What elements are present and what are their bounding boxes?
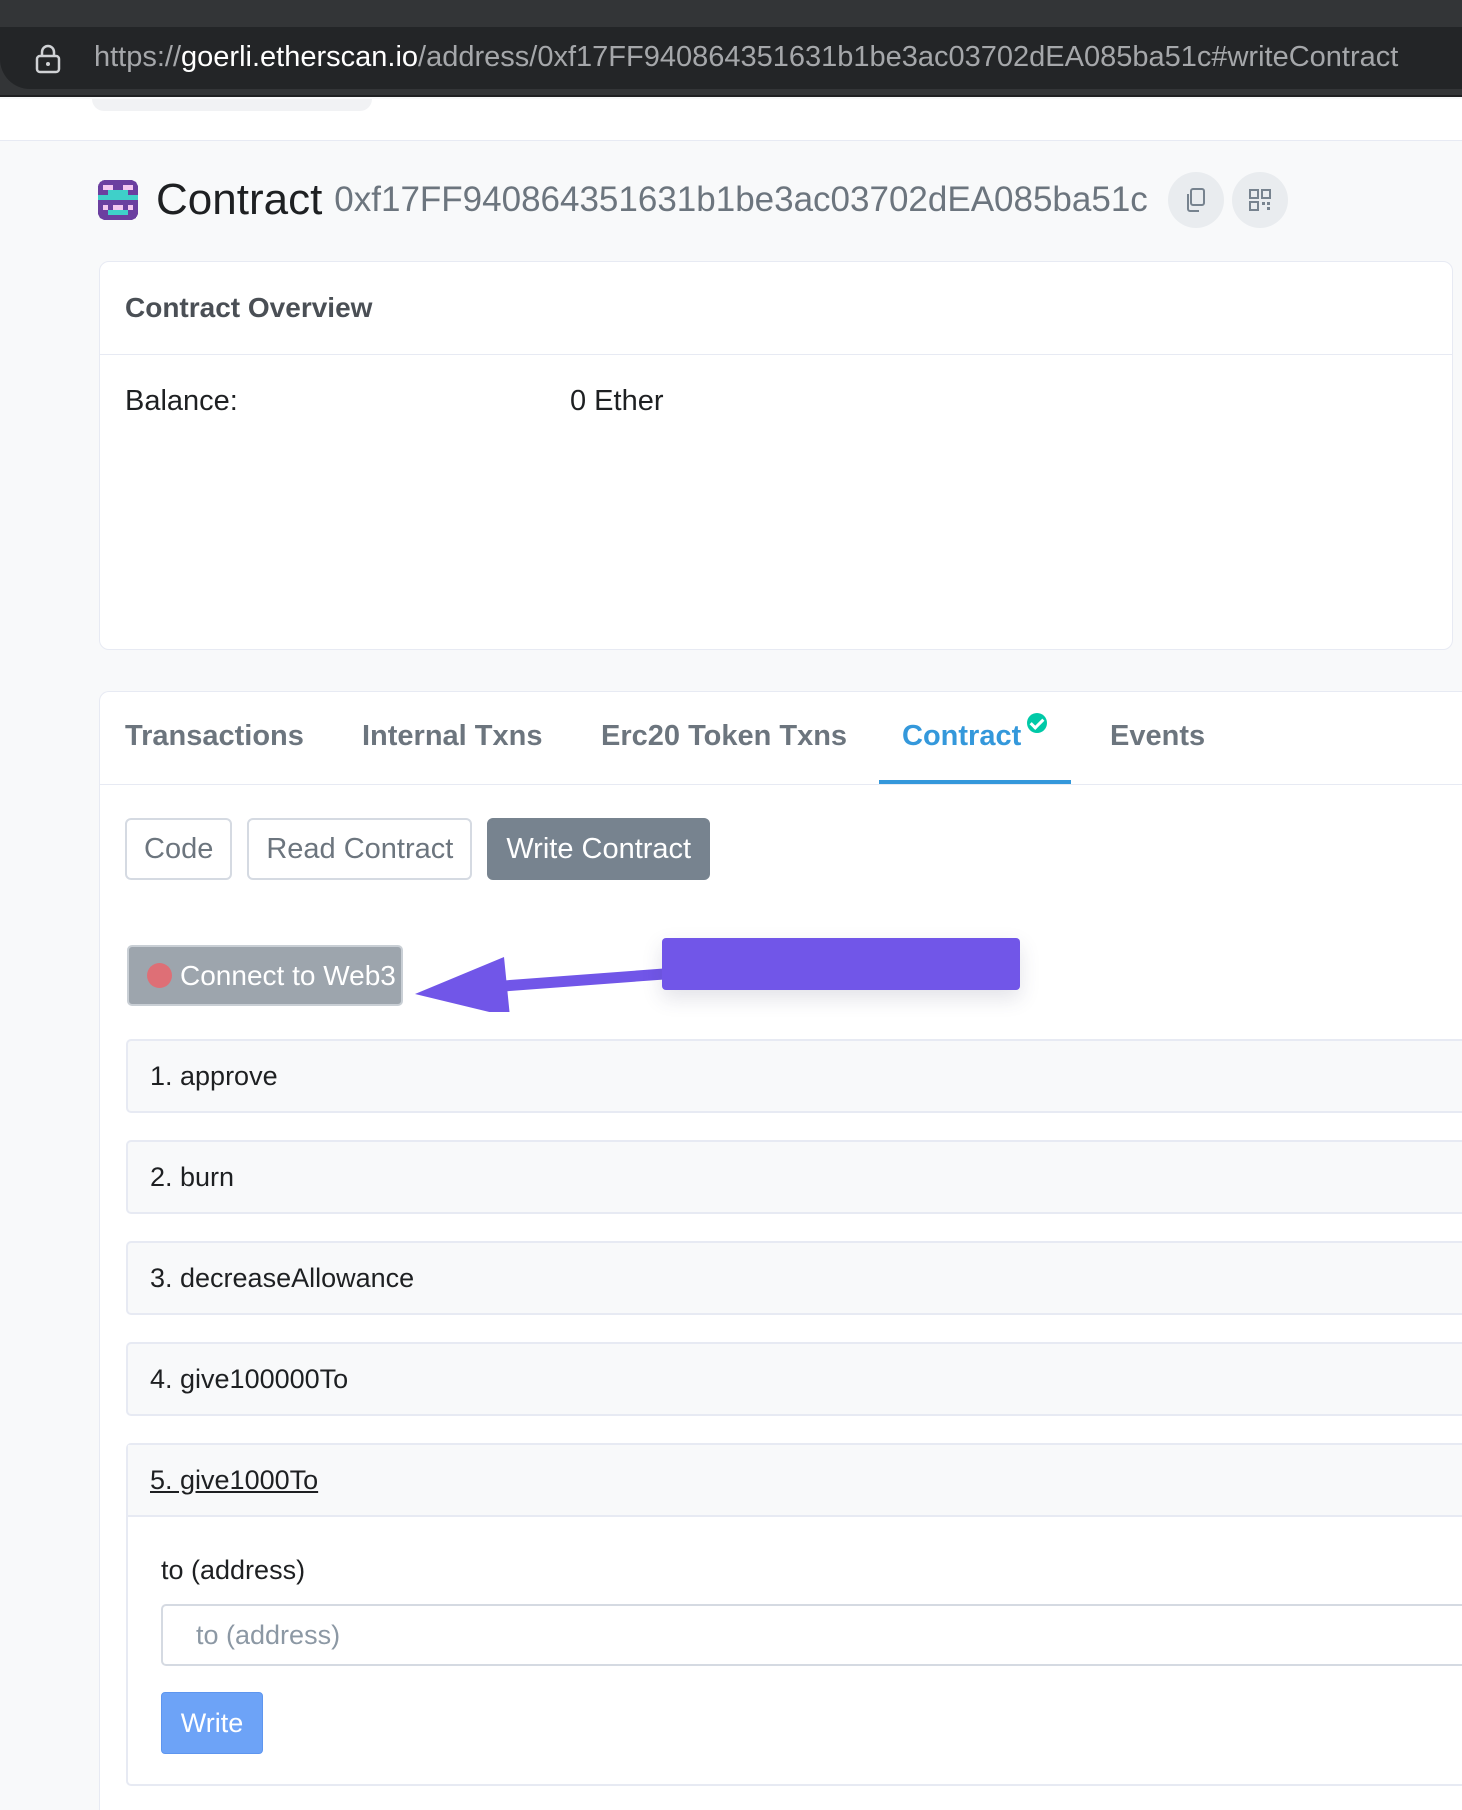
connect-to-web3-button[interactable]: Connect to Web3 <box>127 945 403 1006</box>
tab-contract-label: Contract <box>902 720 1022 752</box>
balance-row: Balance: 0 Ether <box>100 355 1452 445</box>
function-decrease-allowance[interactable]: 3. decreaseAllowance <box>126 1241 1462 1315</box>
verified-check-icon <box>1027 713 1048 733</box>
function-give1000to: 5. give1000To to (address) Write <box>126 1443 1462 1786</box>
copy-icon <box>1186 188 1205 212</box>
copy-address-button[interactable] <box>1167 172 1224 228</box>
qr-code-icon <box>1248 189 1271 211</box>
tab-events[interactable]: Events <box>1110 720 1205 753</box>
param-to-label: to (address) <box>161 1555 306 1585</box>
write-button[interactable]: Write <box>161 1692 263 1754</box>
annotation-box <box>662 938 1020 990</box>
function-give1000to-body: to (address) Write <box>128 1517 1462 1784</box>
qr-code-button[interactable] <box>1231 172 1288 228</box>
contract-subtabs: Code Read Contract Write Contract <box>125 818 725 880</box>
url-path: /address/0xf17FF940864351631b1be3ac03702… <box>418 41 1399 73</box>
address-bar[interactable]: https://goerli.etherscan.io/address/0xf1… <box>0 27 1462 89</box>
function-approve[interactable]: 1. approve <box>126 1039 1462 1113</box>
function-give1000to-header[interactable]: 5. give1000To <box>128 1445 1462 1517</box>
function-give100000to[interactable]: 4. give100000To <box>126 1342 1462 1416</box>
annotation-arrow-icon <box>415 957 665 1012</box>
lock-icon <box>35 44 61 74</box>
tab-transactions[interactable]: Transactions <box>125 720 304 753</box>
url-text[interactable]: https://goerli.etherscan.io/address/0xf1… <box>94 41 1398 74</box>
page-title: Contract <box>156 175 323 224</box>
browser-chrome: https://goerli.etherscan.io/address/0xf1… <box>0 0 1462 97</box>
tab-internal-txns[interactable]: Internal Txns <box>362 720 543 753</box>
function-burn[interactable]: 2. burn <box>126 1140 1462 1214</box>
strip-pill <box>92 99 372 111</box>
contract-tabs-card: Transactions Internal Txns Erc20 Token T… <box>99 691 1462 1810</box>
balance-value: 0 Ether <box>570 385 664 417</box>
param-to-input[interactable] <box>161 1604 1462 1666</box>
connect-label: Connect to Web3 <box>180 959 396 991</box>
tab-erc20-token-txns[interactable]: Erc20 Token Txns <box>601 720 847 753</box>
subtab-code[interactable]: Code <box>125 818 233 880</box>
url-host: goerli.etherscan.io <box>181 41 419 73</box>
tab-bar: Transactions Internal Txns Erc20 Token T… <box>100 692 1462 785</box>
subtab-read-contract[interactable]: Read Contract <box>247 818 473 880</box>
connection-status-dot <box>147 963 172 988</box>
contract-overview-card: Contract Overview Balance: 0 Ether <box>99 261 1453 650</box>
active-tab-underline <box>879 780 1071 784</box>
url-scheme: https:// <box>94 41 182 73</box>
tab-contract[interactable]: Contract <box>902 713 1048 753</box>
contract-avatar-icon <box>98 180 138 220</box>
overview-title: Contract Overview <box>100 262 1452 355</box>
contract-address: 0xf17FF940864351631b1be3ac03702dEA085ba5… <box>334 180 1148 219</box>
top-strip <box>0 99 1462 141</box>
contract-header: Contract 0xf17FF940864351631b1be3ac03702… <box>98 172 1296 228</box>
balance-label: Balance: <box>125 385 238 417</box>
subtab-write-contract[interactable]: Write Contract <box>487 818 711 880</box>
